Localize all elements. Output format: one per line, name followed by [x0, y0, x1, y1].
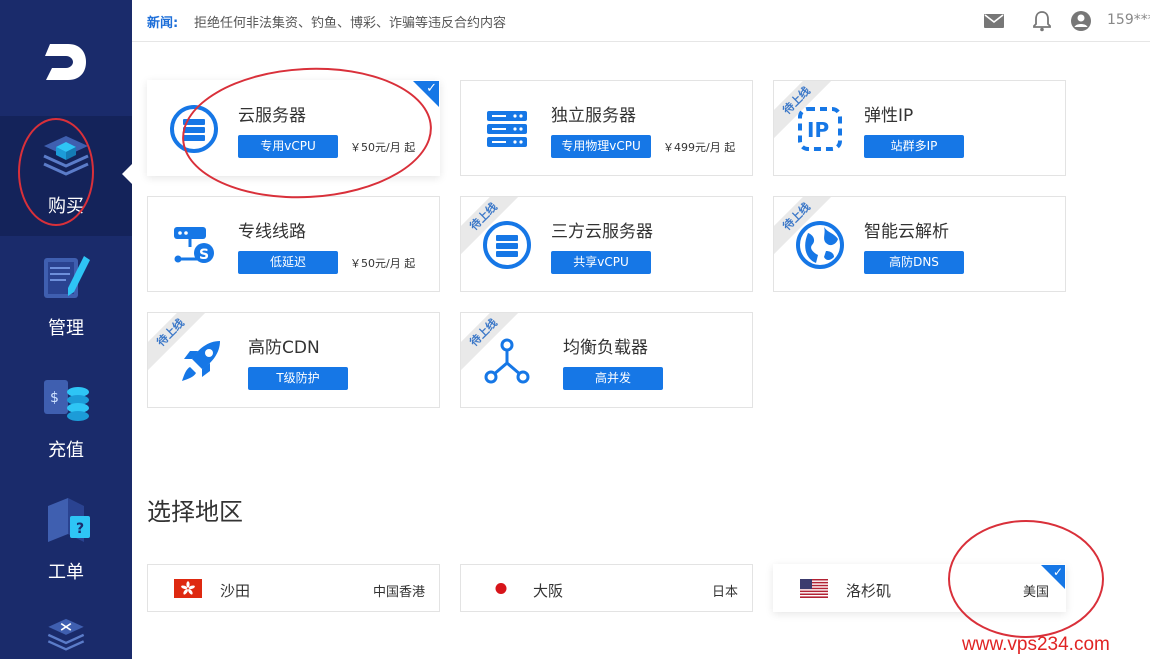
product-tag: 站群多IP	[864, 135, 964, 158]
ticket-question-icon: ?	[48, 498, 90, 542]
load-balancer-icon	[484, 338, 530, 384]
region-city: 大阪	[533, 582, 564, 600]
sidebar-item-buy[interactable]: 购买	[0, 116, 132, 236]
server-rack-icon	[487, 111, 527, 147]
japan-flag-icon	[487, 579, 515, 598]
product-price: ￥50元/月 起	[350, 257, 416, 270]
user-avatar-icon[interactable]	[1070, 10, 1092, 32]
checkmark-icon: ✓	[426, 81, 437, 96]
sidebar-item-manage[interactable]: 管理	[0, 238, 132, 358]
product-title: 智能云解析	[864, 222, 949, 242]
product-card-load-balancer[interactable]: 待上线 均衡负载器 高并发	[460, 312, 753, 408]
rocket-icon	[182, 341, 220, 381]
notebook-pen-icon	[44, 256, 90, 298]
dedicated-line-icon: S	[174, 227, 214, 263]
mail-icon[interactable]	[983, 10, 1005, 32]
product-card-smart-dns[interactable]: 待上线 智能云解析 高防DNS	[773, 196, 1066, 292]
product-tag: 高防DNS	[864, 251, 964, 274]
product-title: 独立服务器	[551, 106, 636, 126]
user-name[interactable]: 159***	[1107, 12, 1150, 28]
product-card-dedicated-server[interactable]: 独立服务器 专用物理vCPU ￥499元/月 起	[460, 80, 753, 176]
region-section-title: 选择地区	[147, 498, 243, 526]
product-tag: 共享vCPU	[551, 251, 651, 274]
region-country: 日本	[711, 585, 738, 600]
news-ticker[interactable]: 拒绝任何非法集资、钓鱼、博彩、诈骗等违反合约内容	[194, 12, 506, 31]
sidebar-item-label: 工单	[48, 562, 84, 583]
product-title: 均衡负载器	[563, 338, 648, 358]
server-circle-icon	[483, 221, 531, 269]
sidebar-item-label: 充值	[48, 440, 84, 461]
product-price: ￥50元/月 起	[350, 141, 416, 154]
stack-icon	[47, 618, 85, 651]
sidebar-item-more[interactable]	[0, 604, 132, 659]
svg-text:S: S	[199, 247, 209, 263]
svg-text:?: ?	[76, 521, 84, 537]
sidebar-item-label: 管理	[48, 318, 84, 339]
region-city: 洛杉矶	[846, 582, 892, 600]
product-title: 高防CDN	[248, 338, 320, 358]
svg-text:$: $	[50, 390, 59, 406]
product-card-third-party-cloud[interactable]: 待上线 三方云服务器 共享vCPU	[460, 196, 753, 292]
usa-flag-icon	[800, 579, 828, 598]
globe-icon	[796, 221, 844, 269]
product-title: 弹性IP	[864, 106, 914, 126]
hong-kong-flag-icon	[174, 579, 202, 598]
sidebar: 购买 管理 $ 充值 ? 工单	[0, 0, 132, 659]
product-card-cdn[interactable]: 待上线 高防CDN T级防护	[147, 312, 440, 408]
region-country: 中国香港	[372, 585, 425, 600]
region-city: 沙田	[220, 582, 251, 600]
sidebar-item-ticket[interactable]: ? 工单	[0, 482, 132, 602]
product-card-dedicated-line[interactable]: S 专线线路 低延迟 ￥50元/月 起	[147, 196, 440, 292]
cube-stack-icon	[43, 136, 89, 176]
bell-icon[interactable]	[1031, 10, 1053, 32]
product-tag: T级防护	[248, 367, 348, 390]
region-option-shatin[interactable]: 沙田 中国香港	[147, 564, 440, 612]
watermark: www.vps234.com	[962, 634, 1110, 655]
product-price: ￥499元/月 起	[663, 141, 736, 154]
coins-icon: $	[44, 380, 89, 421]
brand-logo-icon[interactable]	[42, 38, 90, 86]
product-card-cloud-server[interactable]: 云服务器 专用vCPU ￥50元/月 起 ✓	[147, 80, 440, 176]
region-option-osaka[interactable]: 大阪 日本	[460, 564, 753, 612]
product-title: 三方云服务器	[551, 222, 653, 242]
product-title: 云服务器	[238, 106, 306, 126]
region-option-los-angeles[interactable]: 洛杉矶 美国 ✓	[773, 564, 1066, 612]
product-title: 专线线路	[238, 222, 306, 242]
server-circle-icon	[170, 105, 218, 153]
sidebar-item-label: 购买	[48, 196, 84, 217]
top-bar: 新闻: 拒绝任何非法集资、钓鱼、博彩、诈骗等违反合约内容 159***	[132, 0, 1150, 42]
news-label: 新闻:	[147, 16, 179, 31]
svg-text:IP: IP	[807, 118, 829, 142]
product-tag: 专用vCPU	[238, 135, 338, 158]
product-tag: 低延迟	[238, 251, 338, 274]
ip-icon: IP	[798, 107, 842, 151]
sidebar-item-recharge[interactable]: $ 充值	[0, 360, 132, 480]
checkmark-icon: ✓	[1052, 565, 1063, 579]
product-tag: 专用物理vCPU	[551, 135, 651, 158]
product-card-elastic-ip[interactable]: 待上线 IP 弹性IP 站群多IP	[773, 80, 1066, 176]
product-tag: 高并发	[563, 367, 663, 390]
